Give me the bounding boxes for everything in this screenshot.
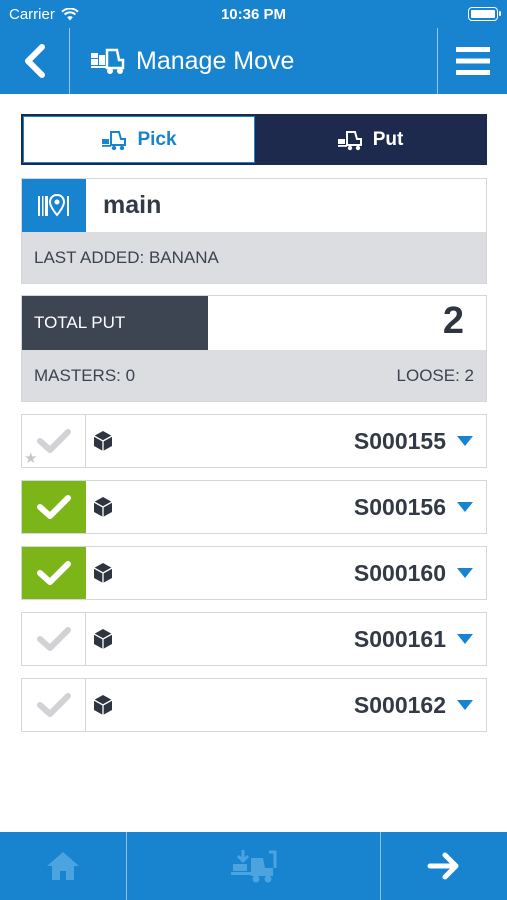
caret-down-icon[interactable] bbox=[456, 501, 486, 513]
item-checkbox[interactable] bbox=[22, 613, 86, 665]
page-title: Manage Move bbox=[136, 46, 295, 75]
tab-pick[interactable]: Pick bbox=[23, 116, 255, 163]
box-icon bbox=[92, 628, 114, 650]
caret-down-icon[interactable] bbox=[456, 699, 486, 711]
forklift-unload-icon bbox=[230, 850, 276, 883]
hamburger-icon bbox=[455, 47, 490, 75]
header-title-group: Manage Move bbox=[90, 28, 294, 94]
item-code: S000161 bbox=[353, 625, 446, 652]
status-bar: Carrier 10:36 PM bbox=[0, 0, 507, 28]
location-pin-icon bbox=[38, 193, 69, 217]
location-name: main bbox=[103, 191, 162, 219]
next-button[interactable] bbox=[381, 832, 507, 900]
list-item[interactable]: S000160 bbox=[21, 546, 487, 600]
forklift-icon bbox=[337, 130, 362, 150]
item-checkbox[interactable] bbox=[22, 547, 86, 599]
caret-down-icon[interactable] bbox=[456, 435, 486, 447]
caret-down-icon[interactable] bbox=[456, 633, 486, 645]
box-icon bbox=[92, 562, 114, 584]
forklift-icon bbox=[91, 48, 125, 74]
list-item[interactable]: S000161 bbox=[21, 612, 487, 666]
bottom-toolbar bbox=[0, 832, 507, 900]
totals-breakdown: MASTERS: 0 LOOSE: 2 bbox=[22, 350, 486, 402]
loose-count: LOOSE: 2 bbox=[396, 366, 474, 385]
checkmark-icon bbox=[36, 495, 71, 519]
header: Manage Move bbox=[0, 28, 507, 94]
arrow-right-icon bbox=[427, 852, 459, 880]
put-action-button[interactable] bbox=[127, 832, 381, 900]
battery-icon bbox=[468, 7, 501, 21]
masters-count: MASTERS: 0 bbox=[34, 366, 136, 385]
top-bar: Carrier 10:36 PM Manage Move bbox=[0, 0, 507, 94]
total-label: TOTAL PUT bbox=[22, 296, 208, 350]
item-code: S000162 bbox=[353, 691, 446, 718]
location-row[interactable]: main bbox=[22, 179, 486, 232]
item-checkbox[interactable] bbox=[22, 679, 86, 731]
checkmark-icon bbox=[36, 429, 71, 453]
list-item[interactable]: S000156 bbox=[21, 480, 487, 534]
forklift-icon bbox=[102, 130, 127, 150]
location-scan-button[interactable] bbox=[22, 179, 86, 232]
total-card: TOTAL PUT 2 MASTERS: 0 LOOSE: 2 bbox=[21, 295, 487, 402]
chevron-left-icon bbox=[24, 44, 45, 78]
list-item[interactable]: S000162 bbox=[21, 678, 487, 732]
mode-tabs: Pick Put bbox=[21, 114, 487, 165]
caret-down-icon[interactable] bbox=[456, 567, 486, 579]
star-icon: ★ bbox=[24, 450, 38, 467]
checkmark-icon bbox=[36, 627, 71, 651]
box-icon bbox=[92, 496, 114, 518]
item-checkbox[interactable] bbox=[22, 481, 86, 533]
tab-put[interactable]: Put bbox=[255, 116, 485, 163]
item-code: S000156 bbox=[353, 493, 446, 520]
menu-button[interactable] bbox=[437, 28, 507, 94]
tab-put-label: Put bbox=[372, 128, 404, 150]
last-added-text: LAST ADDED: BANANA bbox=[34, 248, 219, 267]
item-checkbox[interactable]: ★ bbox=[22, 415, 86, 467]
status-time: 10:36 PM bbox=[220, 6, 287, 23]
list-item[interactable]: ★ S000155 bbox=[21, 414, 487, 468]
total-row: TOTAL PUT 2 bbox=[22, 296, 486, 350]
box-icon bbox=[92, 694, 114, 716]
home-button[interactable] bbox=[0, 832, 127, 900]
location-card: main LAST ADDED: BANANA bbox=[21, 178, 487, 284]
checkmark-icon bbox=[36, 693, 71, 717]
tab-pick-label: Pick bbox=[137, 128, 177, 150]
back-button[interactable] bbox=[0, 28, 70, 94]
item-code: S000160 bbox=[353, 559, 446, 586]
home-icon bbox=[47, 852, 79, 880]
item-code: S000155 bbox=[353, 427, 446, 454]
total-value: 2 bbox=[442, 300, 464, 342]
box-icon bbox=[92, 430, 114, 452]
checkmark-icon bbox=[36, 561, 71, 585]
